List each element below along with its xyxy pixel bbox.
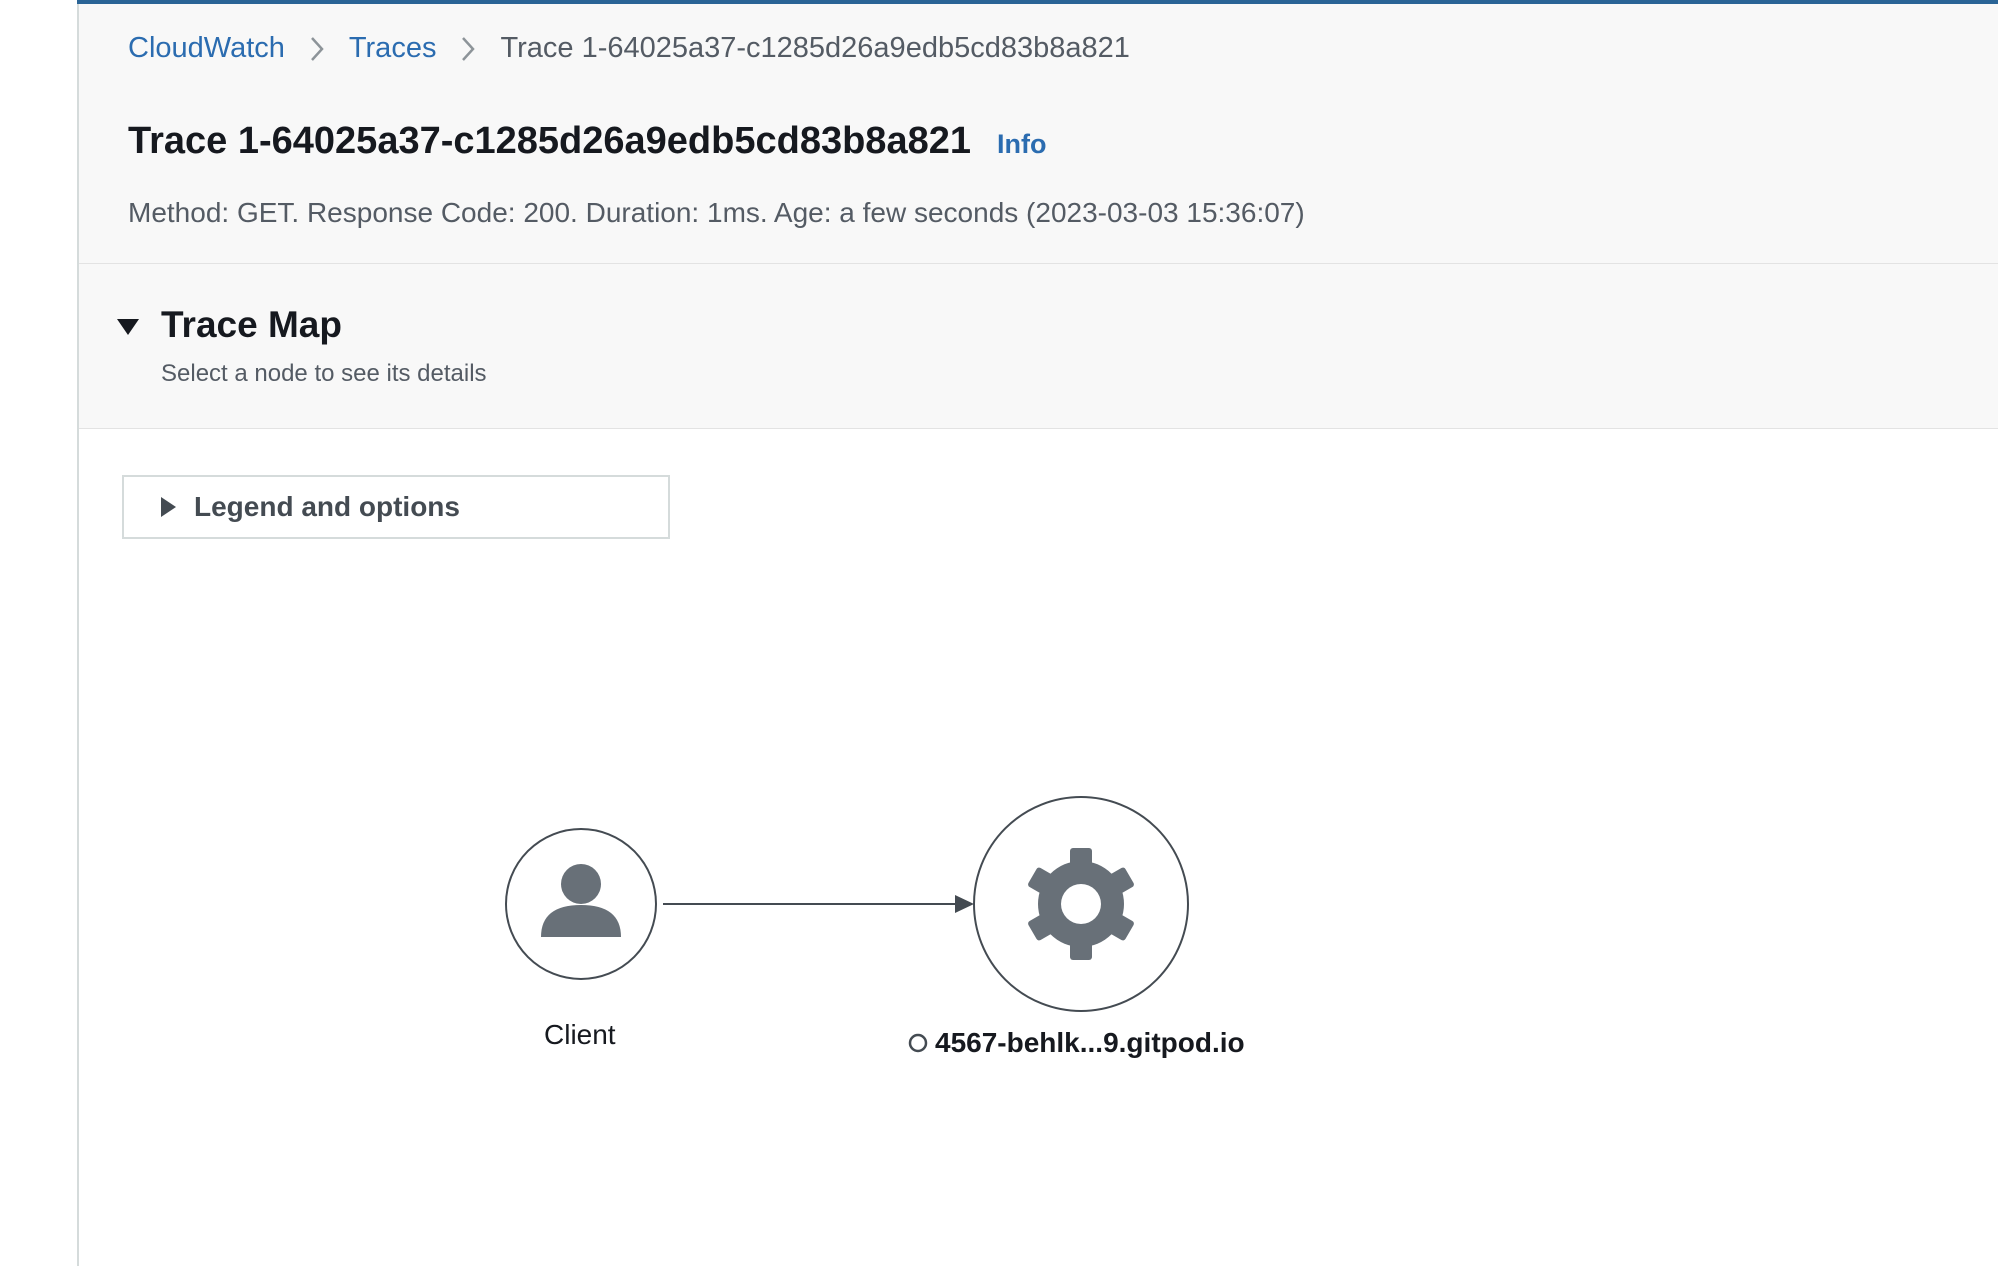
trace-map-description: Select a node to see its details xyxy=(161,360,487,387)
trace-map-graph xyxy=(505,796,1189,1012)
page-title: Trace 1-64025a37-c1285d26a9edb5cd83b8a82… xyxy=(128,120,971,162)
chevron-right-icon xyxy=(309,35,325,63)
circle-outline-icon xyxy=(908,1033,928,1053)
service-node[interactable] xyxy=(973,796,1189,1012)
breadcrumb-cloudwatch-link[interactable]: CloudWatch xyxy=(128,32,285,65)
service-node-label-row: 4567-behlk...9.gitpod.io xyxy=(907,1027,1245,1059)
client-node-label: Client xyxy=(544,1019,616,1050)
trace-map-header: Trace Map Select a node to see its detai… xyxy=(79,264,1998,429)
client-node[interactable] xyxy=(505,828,657,980)
breadcrumb: CloudWatch Traces Trace 1-64025a37-c1285… xyxy=(128,32,1130,65)
breadcrumb-current: Trace 1-64025a37-c1285d26a9edb5cd83b8a82… xyxy=(500,32,1130,64)
left-rail xyxy=(0,0,79,1266)
legend-and-options-label: Legend and options xyxy=(194,491,460,522)
trace-map-canvas: Client 4567-behlk...9.gitpod.io xyxy=(79,540,1998,1266)
legend-and-options-toggle[interactable]: Legend and options xyxy=(122,475,670,539)
page-header: CloudWatch Traces Trace 1-64025a37-c1285… xyxy=(79,4,1998,264)
page-title-row: Trace 1-64025a37-c1285d26a9edb5cd83b8a82… xyxy=(128,120,1046,163)
service-node-label: 4567-behlk...9.gitpod.io xyxy=(935,1027,1245,1058)
breadcrumb-traces-link[interactable]: Traces xyxy=(349,32,437,65)
trace-edge-arrow xyxy=(663,895,974,913)
chevron-right-icon xyxy=(460,35,476,63)
trace-summary: Method: GET. Response Code: 200. Duratio… xyxy=(128,197,1305,228)
caret-down-icon[interactable] xyxy=(115,314,141,340)
trace-map-title[interactable]: Trace Map xyxy=(161,304,342,346)
info-link[interactable]: Info xyxy=(997,129,1046,160)
caret-right-icon xyxy=(158,496,178,518)
